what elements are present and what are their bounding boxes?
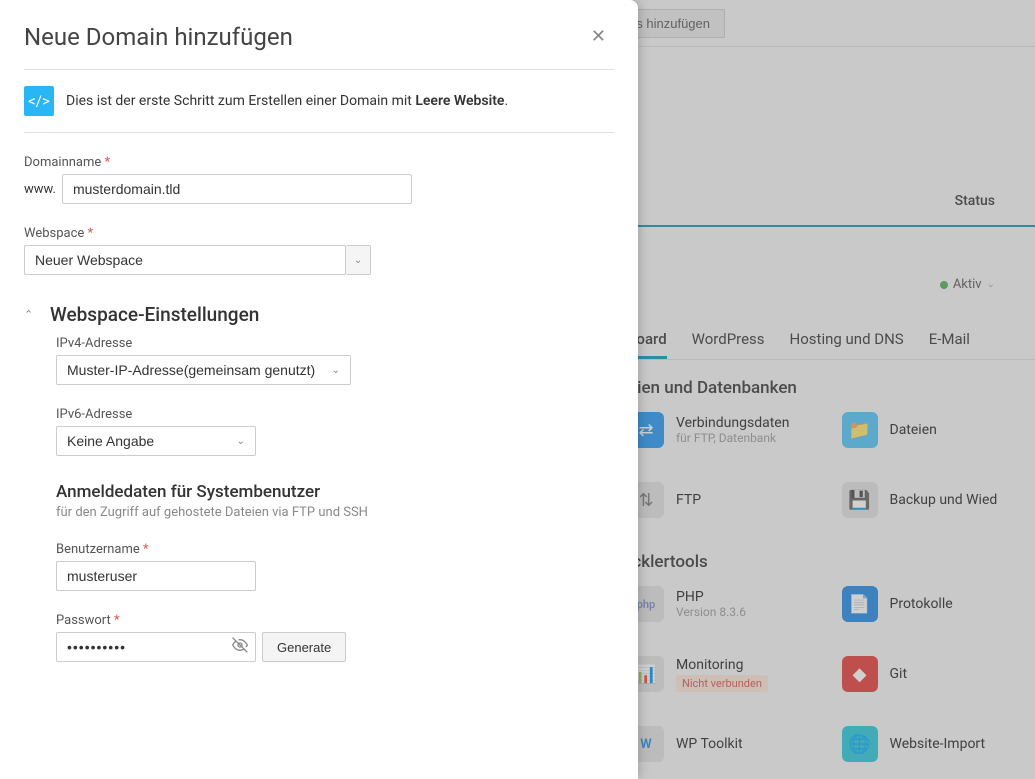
status-header: Status [955,193,995,209]
password-input[interactable] [56,632,256,662]
tool-title: PHP [676,589,746,605]
username-label: Benutzername * [56,542,614,557]
ipv6-select[interactable]: Keine Angabe ⌄ [56,426,256,456]
field-ipv6: IPv6-Adresse Keine Angabe ⌄ [56,407,614,456]
document-icon: 📄 [842,586,878,622]
field-webspace: Webspace * Neuer Webspace ⌄ [24,226,614,275]
tool-title: Verbindungsdaten [676,415,789,431]
status-badge: Nicht verbunden [676,675,768,692]
webspace-settings-toggle[interactable]: ⌃ Webspace-Einstellungen [24,303,614,326]
ipv4-value: Muster-IP-Adresse(gemeinsam genutzt) [67,362,315,378]
domainname-input[interactable] [62,174,412,204]
sysuser-desc: für den Zugriff auf gehostete Dateien vi… [56,505,614,520]
close-button[interactable]: ✕ [583,22,614,51]
webspace-settings-title: Webspace-Einstellungen [50,303,259,326]
folder-icon: 📁 [842,412,878,448]
tool-backup[interactable]: 💾 Backup und Wied [842,482,1035,518]
eye-off-icon[interactable] [232,637,248,657]
field-username: Benutzername * [56,542,614,591]
chevron-down-icon: ⌄ [332,365,340,376]
field-password: Passwort * Generate [56,613,614,662]
tool-wptoolkit[interactable]: W WP Toolkit [628,726,822,762]
domainname-label: Domainname * [24,155,614,170]
chevron-up-icon: ⌃ [24,308,36,321]
status-active-label: Aktiv [953,277,982,292]
chevron-down-icon: ⌄ [237,436,245,447]
info-bold: Leere Website [415,93,504,109]
add-domain-modal: Neue Domain hinzufügen ✕ </> Dies ist de… [0,0,638,779]
field-domainname: Domainname * www. [24,155,614,204]
username-input[interactable] [56,561,256,591]
info-text: Dies ist der erste Schritt zum Erstellen… [66,93,508,109]
tool-connection-data[interactable]: ⇄ Verbindungsdaten für FTP, Datenbank [628,412,822,448]
modal-title: Neue Domain hinzufügen [24,23,293,51]
tool-title: Dateien [890,422,937,438]
info-prefix: Dies ist der erste Schritt zum Erstellen… [66,93,415,109]
sysuser-heading: Anmeldedaten für Systembenutzer [56,482,614,502]
ipv6-label: IPv6-Adresse [56,407,614,422]
chevron-down-icon: ⌄ [354,255,362,266]
tool-monitoring[interactable]: 📊 Monitoring Nicht verbunden [628,656,822,692]
tool-sub: für FTP, Datenbank [676,431,789,445]
tool-files[interactable]: 📁 Dateien [842,412,1035,448]
status-dot-icon [940,281,948,289]
tool-git[interactable]: ◆ Git [842,656,1035,692]
info-suffix: . [504,93,508,109]
tool-title: Website-Import [890,736,986,752]
close-icon: ✕ [591,26,606,46]
globe-icon: 🌐 [842,726,878,762]
tool-php[interactable]: php PHP Version 8.3.6 [628,586,822,622]
git-icon: ◆ [842,656,878,692]
webspace-label: Webspace * [24,226,614,241]
tool-title: Monitoring [676,657,768,673]
modal-header: Neue Domain hinzufügen ✕ [24,0,614,70]
tab-wordpress[interactable]: WordPress [692,322,765,359]
code-icon: </> [24,86,54,116]
tab-email[interactable]: E-Mail [929,322,970,359]
ipv4-select[interactable]: Muster-IP-Adresse(gemeinsam genutzt) ⌄ [56,355,351,385]
password-label: Passwort * [56,613,614,628]
www-prefix: www. [24,182,56,197]
tool-title: FTP [676,492,701,508]
ipv6-value: Keine Angabe [67,433,154,449]
webspace-dropdown-toggle[interactable]: ⌄ [346,245,371,275]
tab-hosting-dns[interactable]: Hosting und DNS [790,322,904,359]
tool-website-import[interactable]: 🌐 Website-Import [842,726,1035,762]
webspace-value: Neuer Webspace [35,252,143,268]
tool-protocols[interactable]: 📄 Protokolle [842,586,1035,622]
tool-title: Protokolle [890,596,953,612]
info-banner: </> Dies ist der erste Schritt zum Erste… [24,70,614,133]
tool-sub: Version 8.3.6 [676,605,746,619]
tool-title: Git [890,666,908,682]
generate-password-button[interactable]: Generate [262,632,346,662]
webspace-select[interactable]: Neuer Webspace [24,245,346,275]
field-ipv4: IPv4-Adresse Muster-IP-Adresse(gemeinsam… [56,336,614,385]
chevron-down-icon: ⌄ [987,279,995,290]
backup-icon: 💾 [842,482,878,518]
ipv4-label: IPv4-Adresse [56,336,614,351]
tool-title: WP Toolkit [676,736,743,752]
tool-title: Backup und Wied [890,492,998,508]
webspace-settings-panel: IPv4-Adresse Muster-IP-Adresse(gemeinsam… [24,336,614,662]
tool-ftp[interactable]: ⇅ FTP [628,482,822,518]
section-devtools: icklertools [628,552,1035,572]
